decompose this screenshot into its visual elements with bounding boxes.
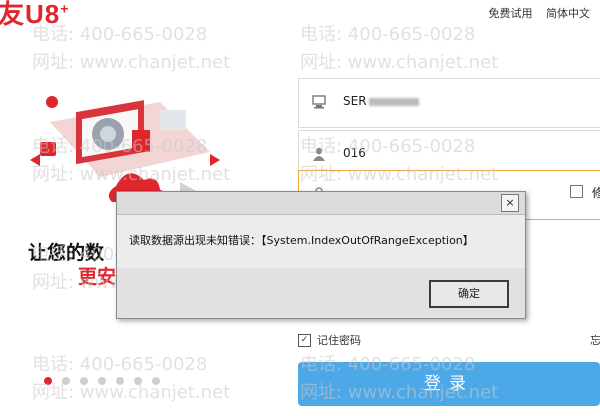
forget-password-link[interactable]: 忘 [590,332,600,348]
brand-logo: 友U8+ [0,0,70,29]
watermark-website: 网址: www.chanjet.net [300,52,499,73]
carousel-dot[interactable] [62,377,70,385]
server-field[interactable]: SER [298,78,600,128]
user-value: 016 [343,146,366,160]
server-icon [312,95,326,109]
remember-checkbox[interactable]: ✓ [298,333,311,347]
top-links: 免费试用 简体中文 [479,5,591,21]
carousel-dot[interactable] [134,377,142,385]
check-icon: ✓ [300,334,309,345]
carousel-dot[interactable] [152,377,160,385]
dialog-footer: 确定 [117,268,525,318]
dialog-message: 读取数据源出现未知错误：【System.IndexOutOfRangeExcep… [129,234,474,247]
remember-password[interactable]: ✓ 记住密码 [298,332,361,348]
redacted-text [368,97,419,106]
remember-label: 记住密码 [317,334,361,347]
slogan-line-2: 更安 [78,266,117,288]
watermark-phone: 电话: 400-665-0028 [32,354,208,375]
carousel-dot[interactable] [44,377,52,385]
user-icon [313,147,325,161]
close-icon[interactable]: × [501,194,519,212]
carousel-dot[interactable] [116,377,124,385]
modify-password-label: 修 [592,186,600,200]
language-selector[interactable]: 简体中文 [546,7,590,20]
top-bar: 友U8+ 免费试用 简体中文 [0,0,600,29]
free-trial-link[interactable]: 免费试用 [489,7,533,20]
error-dialog: × 读取数据源出现未知错误：【System.IndexOutOfRangeExc… [116,191,526,319]
carousel-dot[interactable] [98,377,106,385]
login-button[interactable]: 登录 [298,362,600,406]
carousel-dot[interactable] [80,377,88,385]
slogan-line-1: 让您的数 [28,242,105,264]
modify-password-checkbox[interactable] [570,185,583,198]
watermark-website: 网址: www.chanjet.net [32,52,231,73]
dialog-titlebar[interactable]: × [117,192,525,215]
server-value: SER [343,94,367,108]
ok-button[interactable]: 确定 [429,280,509,308]
carousel-dots [44,377,160,385]
